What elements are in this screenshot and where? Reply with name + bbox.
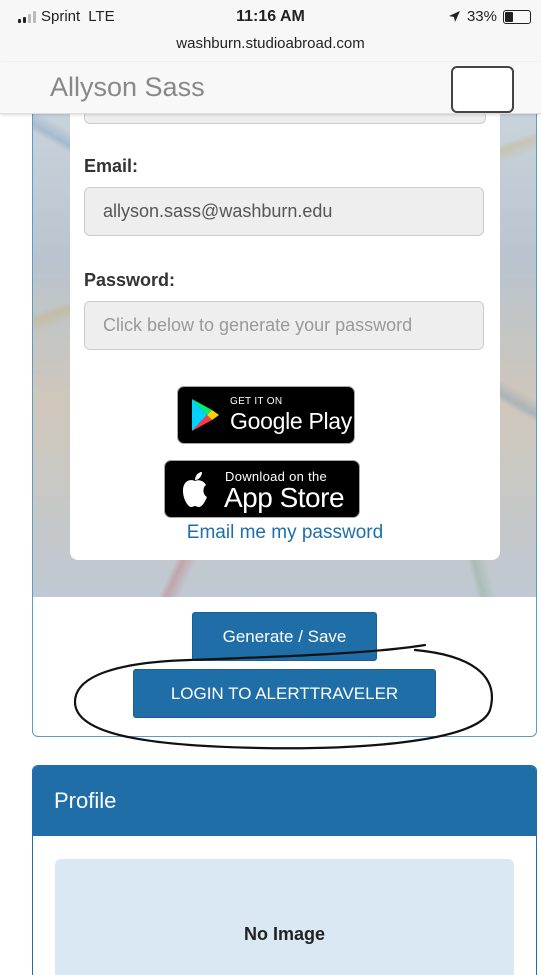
navbar-brand[interactable]: Allyson Sass [50,72,205,103]
page: Sprint LTE 11:16 AM washburn.studioabroa… [0,0,541,975]
login-alerttraveler-button[interactable]: LOGIN TO ALERTTRAVELER [133,669,436,718]
credentials-form: Email: allyson.sass@washburn.edu Passwor… [70,114,500,560]
profile-panel: Profile No Image [32,765,537,975]
apple-icon [183,472,207,507]
password-label: Password: [84,270,176,290]
email-password-link[interactable]: Email me my password [70,522,500,544]
status-bar: Sprint LTE 11:16 AM washburn.studioabroa… [0,0,541,62]
email-label: Email: [84,156,139,176]
battery-icon [503,9,531,24]
status-right: 33% [448,8,531,25]
profile-title: Profile [33,766,536,836]
previous-field-edge [84,114,486,124]
profile-image-placeholder[interactable]: No Image [55,859,514,975]
google-play-badge[interactable]: GET IT ON Google Play [177,386,355,444]
password-field[interactable]: Click below to generate your password [84,301,484,350]
google-play-icon [192,399,219,431]
email-field[interactable]: allyson.sass@washburn.edu [84,187,484,236]
location-arrow-icon [448,11,460,22]
generate-save-button[interactable]: Generate / Save [192,612,377,661]
google-play-big-text: Google Play [230,408,352,434]
app-store-big-text: App Store [224,482,345,513]
app-store-badge[interactable]: Download on the App Store [164,460,360,518]
battery-percent: 33% [466,8,497,25]
google-play-small-text: GET IT ON [230,396,283,407]
navbar: Allyson Sass [0,62,541,114]
hamburger-menu-icon[interactable] [451,66,514,113]
login-card: Email: allyson.sass@washburn.edu Passwor… [32,114,537,737]
address-url[interactable]: washburn.studioabroad.com [0,35,541,52]
